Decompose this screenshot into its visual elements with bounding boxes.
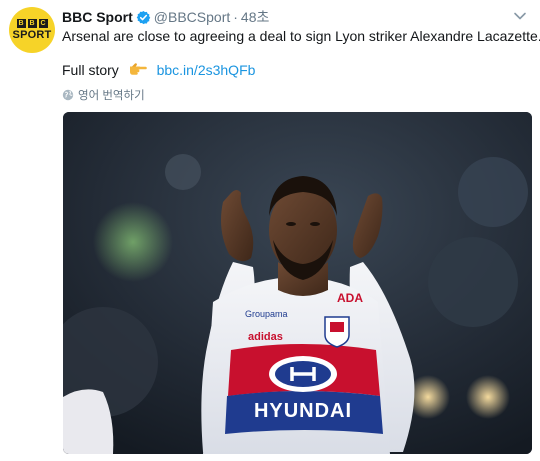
dot-separator: · (233, 9, 238, 25)
translate-tweet-button[interactable]: 영어 번역하기 (62, 87, 145, 103)
chest-brand-text: adidas (248, 331, 283, 343)
story-line: Full story bbc.in/2s3hQFb (62, 61, 255, 80)
ada-text: ADA (337, 291, 363, 305)
bbc-letter: B (27, 19, 37, 28)
player-photo: HYUNDAI adidas ADA Groupama (63, 112, 532, 454)
bbc-letter: B (16, 19, 26, 28)
verified-badge-icon (136, 10, 151, 25)
globe-icon (62, 89, 74, 101)
avatar[interactable]: B B C SPORT (9, 7, 55, 53)
author-handle[interactable]: @BBCSport (154, 9, 230, 25)
sponsor-text: HYUNDAI (254, 400, 352, 422)
chevron-down-icon[interactable] (512, 8, 528, 24)
tweet-text: Arsenal are close to agreeing a deal to … (62, 28, 540, 44)
tweet-photo[interactable]: HYUNDAI adidas ADA Groupama (63, 112, 532, 454)
translate-label: 영어 번역하기 (78, 90, 145, 102)
author-name[interactable]: BBC Sport (62, 9, 133, 25)
tweet-header: BBC Sport @BBCSport · 48초 (62, 8, 269, 26)
bbc-letter: C (38, 19, 48, 28)
sleeve-text: Groupama (245, 309, 288, 319)
full-story-label: Full story (62, 62, 119, 78)
tweet-timestamp[interactable]: 48초 (241, 7, 269, 27)
bbc-logo: B B C (16, 19, 48, 28)
story-link[interactable]: bbc.in/2s3hQFb (157, 62, 256, 78)
sport-wordmark: SPORT (12, 29, 52, 41)
pointing-hand-icon (129, 61, 147, 80)
